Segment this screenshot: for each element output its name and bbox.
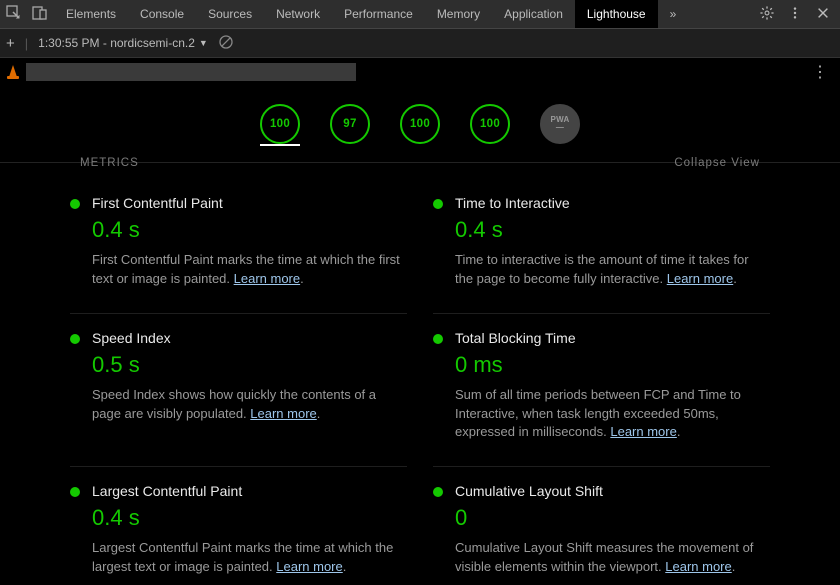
- lighthouse-logo-icon: [6, 65, 20, 79]
- metric-title: First Contentful Paint: [92, 195, 407, 211]
- metric-description: Time to interactive is the amount of tim…: [455, 251, 770, 289]
- learn-more-link[interactable]: Learn more: [610, 424, 676, 439]
- tab-console[interactable]: Console: [128, 0, 196, 28]
- tab-application[interactable]: Application: [492, 0, 575, 28]
- learn-more-link[interactable]: Learn more: [665, 559, 731, 574]
- metric-title: Largest Contentful Paint: [92, 483, 407, 499]
- metrics-header: METRICS Collapse View: [0, 157, 840, 169]
- metric-value: 0 ms: [455, 352, 770, 378]
- more-tabs[interactable]: »: [658, 0, 689, 28]
- score-gauge-2[interactable]: 100: [400, 104, 440, 144]
- metric-card: First Contentful Paint 0.4 s First Content…: [70, 179, 407, 314]
- device-toggle-icon[interactable]: [32, 5, 48, 24]
- score-gauges: 100 97 100 100 PWA —: [0, 86, 840, 163]
- metric-description: Speed Index shows how quickly the conten…: [92, 386, 407, 424]
- clear-icon[interactable]: [218, 34, 234, 53]
- tab-network[interactable]: Network: [264, 0, 332, 28]
- status-dot: [433, 199, 443, 209]
- metrics-header-label: METRICS: [80, 157, 139, 169]
- report-urlbar: ⋮: [0, 58, 840, 86]
- status-dot: [433, 334, 443, 344]
- session-select[interactable]: 1:30:55 PM - nordicsemi-cn.2▼: [38, 36, 208, 50]
- metric-card: Time to Interactive 0.4 s Time to interact…: [433, 179, 770, 314]
- inspect-icon[interactable]: [6, 5, 22, 24]
- score-gauge-3[interactable]: 100: [470, 104, 510, 144]
- lighthouse-subbar: + | 1:30:55 PM - nordicsemi-cn.2▼: [0, 29, 840, 58]
- close-icon[interactable]: [816, 6, 830, 23]
- tabbar-left-icons: [0, 5, 54, 24]
- report-menu-icon[interactable]: ⋮: [812, 62, 834, 82]
- kebab-icon[interactable]: [788, 6, 802, 23]
- metric-card: Largest Contentful Paint 0.4 s Largest Con…: [70, 467, 407, 585]
- metric-card: Speed Index 0.5 s Speed Index shows how qu…: [70, 314, 407, 468]
- metrics-grid: First Contentful Paint 0.4 s First Content…: [0, 169, 840, 585]
- metric-value: 0: [455, 505, 770, 531]
- metric-card: Cumulative Layout Shift 0 Cumulative Layou…: [433, 467, 770, 585]
- metric-description: Cumulative Layout Shift measures the mov…: [455, 539, 770, 577]
- learn-more-link[interactable]: Learn more: [250, 406, 316, 421]
- metric-description: Largest Contentful Paint marks the time …: [92, 539, 407, 577]
- metric-description: Sum of all time periods between FCP and …: [455, 386, 770, 443]
- metric-title: Time to Interactive: [455, 195, 770, 211]
- status-dot: [70, 334, 80, 344]
- status-dot: [70, 199, 80, 209]
- metric-title: Cumulative Layout Shift: [455, 483, 770, 499]
- metric-description: First Contentful Paint marks the time at…: [92, 251, 407, 289]
- tab-elements[interactable]: Elements: [54, 0, 128, 28]
- metric-value: 0.4 s: [455, 217, 770, 243]
- tab-performance[interactable]: Performance: [332, 0, 425, 28]
- metric-title: Speed Index: [92, 330, 407, 346]
- collapse-view-toggle[interactable]: Collapse View: [674, 157, 760, 169]
- metric-value: 0.4 s: [92, 217, 407, 243]
- learn-more-link[interactable]: Learn more: [276, 559, 342, 574]
- score-gauge-0[interactable]: 100: [260, 104, 300, 144]
- metric-title: Total Blocking Time: [455, 330, 770, 346]
- tab-memory[interactable]: Memory: [425, 0, 492, 28]
- report-url-field[interactable]: [26, 63, 356, 81]
- score-gauge-1[interactable]: 97: [330, 104, 370, 144]
- metric-value: 0.5 s: [92, 352, 407, 378]
- status-dot: [433, 487, 443, 497]
- learn-more-link[interactable]: Learn more: [234, 271, 300, 286]
- new-report-button[interactable]: +: [6, 35, 15, 52]
- devtools-tabbar: ElementsConsoleSourcesNetworkPerformance…: [0, 0, 840, 29]
- status-dot: [70, 487, 80, 497]
- learn-more-link[interactable]: Learn more: [667, 271, 733, 286]
- tabbar-right-icons: [750, 6, 840, 23]
- tab-sources[interactable]: Sources: [196, 0, 264, 28]
- tab-lighthouse[interactable]: Lighthouse: [575, 0, 658, 28]
- metric-value: 0.4 s: [92, 505, 407, 531]
- gear-icon[interactable]: [760, 6, 774, 23]
- metric-card: Total Blocking Time 0 ms Sum of all time p…: [433, 314, 770, 468]
- score-gauge-4[interactable]: PWA —: [540, 104, 580, 144]
